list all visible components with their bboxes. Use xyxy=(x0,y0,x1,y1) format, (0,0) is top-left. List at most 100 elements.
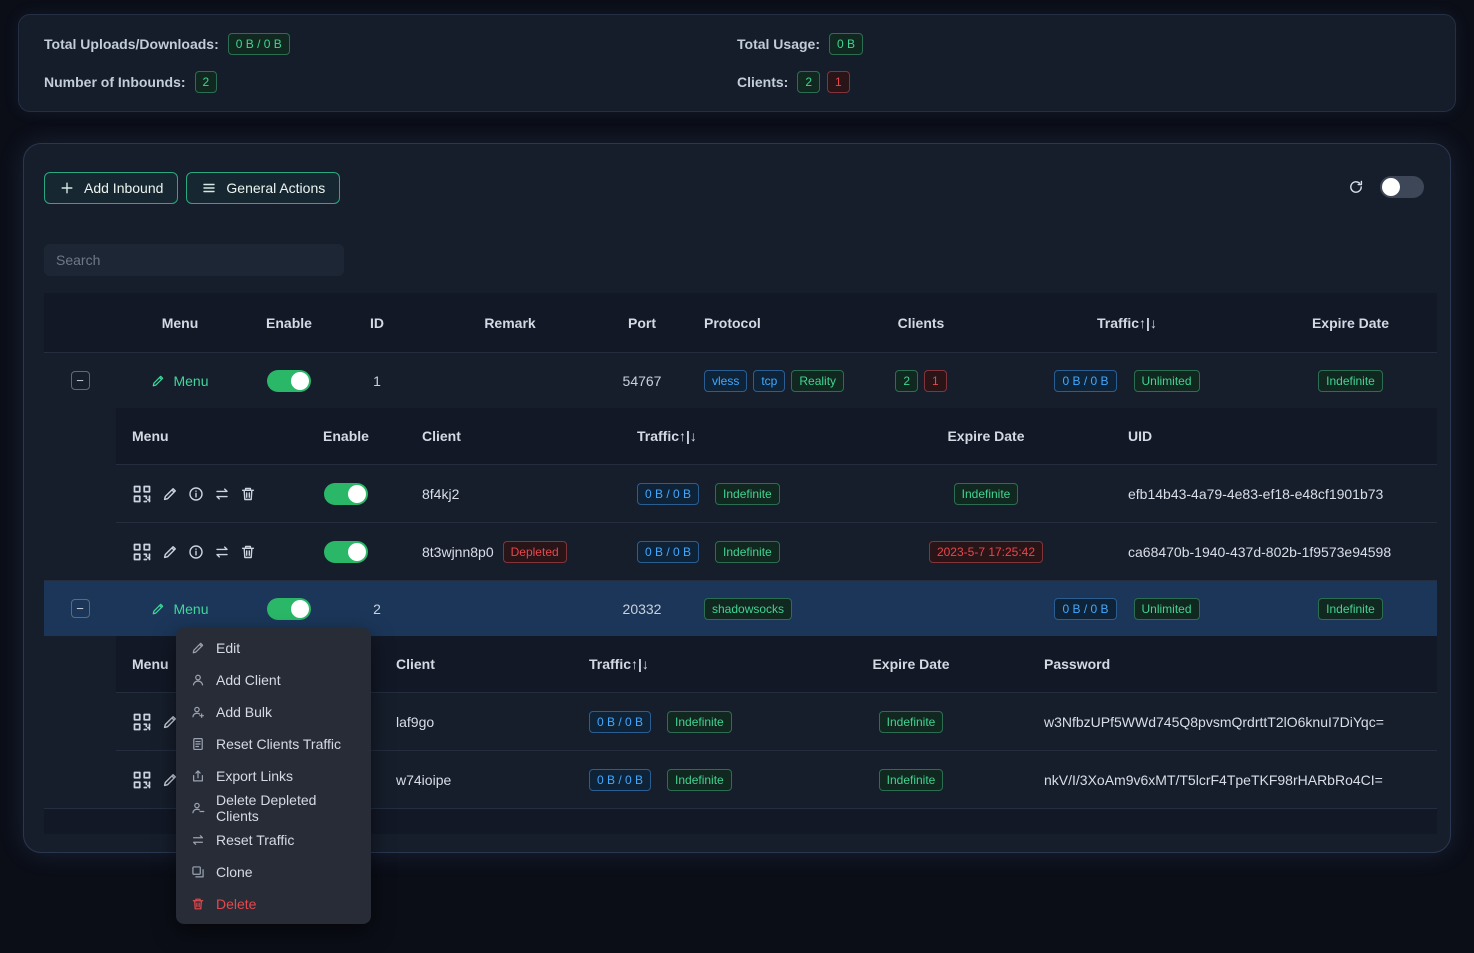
switch-knob xyxy=(291,600,309,618)
context-menu-item-delete-depleted-clients[interactable]: Delete Depleted Clients xyxy=(176,792,371,824)
inbound-port: 20332 xyxy=(600,601,684,617)
switch-knob xyxy=(291,372,309,390)
header-cell-enable: Enable xyxy=(244,315,334,331)
traffic-limit-badge: Unlimited xyxy=(1134,370,1200,392)
switch-knob xyxy=(348,543,366,561)
stat-total-usage: Total Usage: 0 B xyxy=(737,33,1430,55)
client-enable-switch[interactable] xyxy=(324,541,368,563)
header-cell-traffic: Traffic↑|↓ xyxy=(566,656,826,672)
inbound-menu-label: Menu xyxy=(173,601,208,617)
inbound-id: 2 xyxy=(334,601,420,617)
delete-depleted-clients-icon xyxy=(191,801,205,815)
header-cell-expire-date: Expire Date xyxy=(826,656,996,672)
context-menu-item-reset-clients-traffic[interactable]: Reset Clients Traffic xyxy=(176,728,371,760)
add-inbound-button[interactable]: Add Inbound xyxy=(44,172,178,204)
context-menu-item-edit[interactable]: Edit xyxy=(176,632,371,664)
stat-clients-depleted-value: 1 xyxy=(827,71,850,93)
delete-icon[interactable] xyxy=(240,486,256,502)
traffic-badge: 0 B / 0 B xyxy=(589,769,651,791)
reset-traffic-icon[interactable] xyxy=(214,486,230,502)
add-bulk-icon xyxy=(191,705,205,719)
clients-depleted-badge: 1 xyxy=(924,370,947,392)
context-menu-item-delete[interactable]: Delete xyxy=(176,888,371,920)
context-menu-item-clone[interactable]: Clone xyxy=(176,856,371,888)
switch-knob xyxy=(348,485,366,503)
menu-item-label: Export Links xyxy=(216,768,293,784)
list-icon xyxy=(201,180,217,196)
inbound-row-1: − Menu 1 54767 vless tcp Reality 2 1 0 xyxy=(44,352,1437,408)
edit-icon[interactable] xyxy=(162,544,178,560)
search-input[interactable] xyxy=(44,244,344,276)
client-password: nkV/I/3XoAm9v6xMT/T5lcrF4TpeTKF98rHARbRo… xyxy=(996,772,1437,788)
theme-toggle[interactable] xyxy=(1380,176,1424,198)
header-cell-port: Port xyxy=(600,315,684,331)
general-actions-button[interactable]: General Actions xyxy=(186,172,340,204)
context-menu-item-add-client[interactable]: Add Client xyxy=(176,664,371,696)
stat-number-of-inbounds-value: 2 xyxy=(195,71,218,93)
client-name: laf9go xyxy=(366,714,566,730)
add-client-icon xyxy=(191,673,205,687)
traffic-badge: 0 B / 0 B xyxy=(1054,370,1116,392)
header-cell-client: Client xyxy=(366,656,566,672)
context-menu-item-export-links[interactable]: Export Links xyxy=(176,760,371,792)
info-icon[interactable] xyxy=(188,486,204,502)
header-cell-traffic: Traffic↑|↓ xyxy=(616,428,906,444)
qr-code-icon[interactable] xyxy=(132,484,152,504)
delete-icon xyxy=(191,897,205,911)
traffic-badge: 0 B / 0 B xyxy=(1054,598,1116,620)
client-password: w3NfbzUPf5WWd745Q8pvsmQrdrttT2lO6knuI7Di… xyxy=(996,714,1437,730)
reset-traffic-icon[interactable] xyxy=(214,544,230,560)
expire-badge: 2023-5-7 17:25:42 xyxy=(929,541,1043,563)
export-links-icon xyxy=(191,769,205,783)
clients-active-badge: 2 xyxy=(895,370,918,392)
qr-code-icon[interactable] xyxy=(132,542,152,562)
expire-badge: Indefinite xyxy=(879,711,944,733)
qr-code-icon[interactable] xyxy=(132,712,152,732)
theme-toggle-knob xyxy=(1382,178,1400,196)
traffic-badge: 0 B / 0 B xyxy=(589,711,651,733)
edit-icon xyxy=(151,602,165,616)
context-menu-item-add-bulk[interactable]: Add Bulk xyxy=(176,696,371,728)
toolbar-right xyxy=(1348,176,1424,198)
header-cell-password: Password xyxy=(996,656,1437,672)
header-cell-clients: Clients xyxy=(852,315,990,331)
expire-badge: Indefinite xyxy=(1318,598,1383,620)
delete-icon[interactable] xyxy=(240,544,256,560)
toolbar: Add Inbound General Actions xyxy=(44,172,340,204)
collapse-row-button[interactable]: − xyxy=(71,371,90,390)
inbound-id: 1 xyxy=(334,373,420,389)
inbound-menu-trigger[interactable]: Menu xyxy=(151,601,208,617)
client-name: 8f4kj2 xyxy=(422,486,459,502)
menu-item-label: Add Bulk xyxy=(216,704,272,720)
reset-clients-traffic-icon xyxy=(191,737,205,751)
header-cell-menu: Menu xyxy=(116,315,244,331)
inbound-menu-trigger[interactable]: Menu xyxy=(151,373,208,389)
qr-code-icon[interactable] xyxy=(132,770,152,790)
context-menu-item-reset-traffic[interactable]: Reset Traffic xyxy=(176,824,371,856)
info-icon[interactable] xyxy=(188,544,204,560)
edit-icon xyxy=(151,374,165,388)
stat-clients: Clients: 2 1 xyxy=(737,71,1430,93)
stat-clients-active-value: 2 xyxy=(797,71,820,93)
stat-number-of-inbounds: Number of Inbounds: 2 xyxy=(44,71,737,93)
traffic-badge: 0 B / 0 B xyxy=(637,541,699,563)
header-cell-expire-date: Expire Date xyxy=(1264,315,1437,331)
stat-number-of-inbounds-label: Number of Inbounds: xyxy=(44,74,186,90)
client-enable-switch[interactable] xyxy=(324,483,368,505)
refresh-icon[interactable] xyxy=(1348,179,1364,195)
expire-badge: Indefinite xyxy=(1318,370,1383,392)
menu-item-label: Delete xyxy=(216,896,256,912)
traffic-limit-badge: Indefinite xyxy=(715,541,780,563)
menu-item-label: Reset Clients Traffic xyxy=(216,736,341,752)
protocol-badge: vless xyxy=(704,370,747,392)
edit-icon[interactable] xyxy=(162,486,178,502)
menu-item-label: Edit xyxy=(216,640,240,656)
inbound-enable-switch[interactable] xyxy=(267,370,311,392)
inbound-enable-switch[interactable] xyxy=(267,598,311,620)
security-badge: Reality xyxy=(791,370,844,392)
client-row: 8t3wjnn8p0 Depleted 0 B / 0 B Indefinite… xyxy=(116,522,1437,580)
plus-icon xyxy=(59,180,75,196)
collapse-row-button[interactable]: − xyxy=(71,599,90,618)
header-cell-remark: Remark xyxy=(420,315,600,331)
reset-traffic-icon xyxy=(191,833,205,847)
